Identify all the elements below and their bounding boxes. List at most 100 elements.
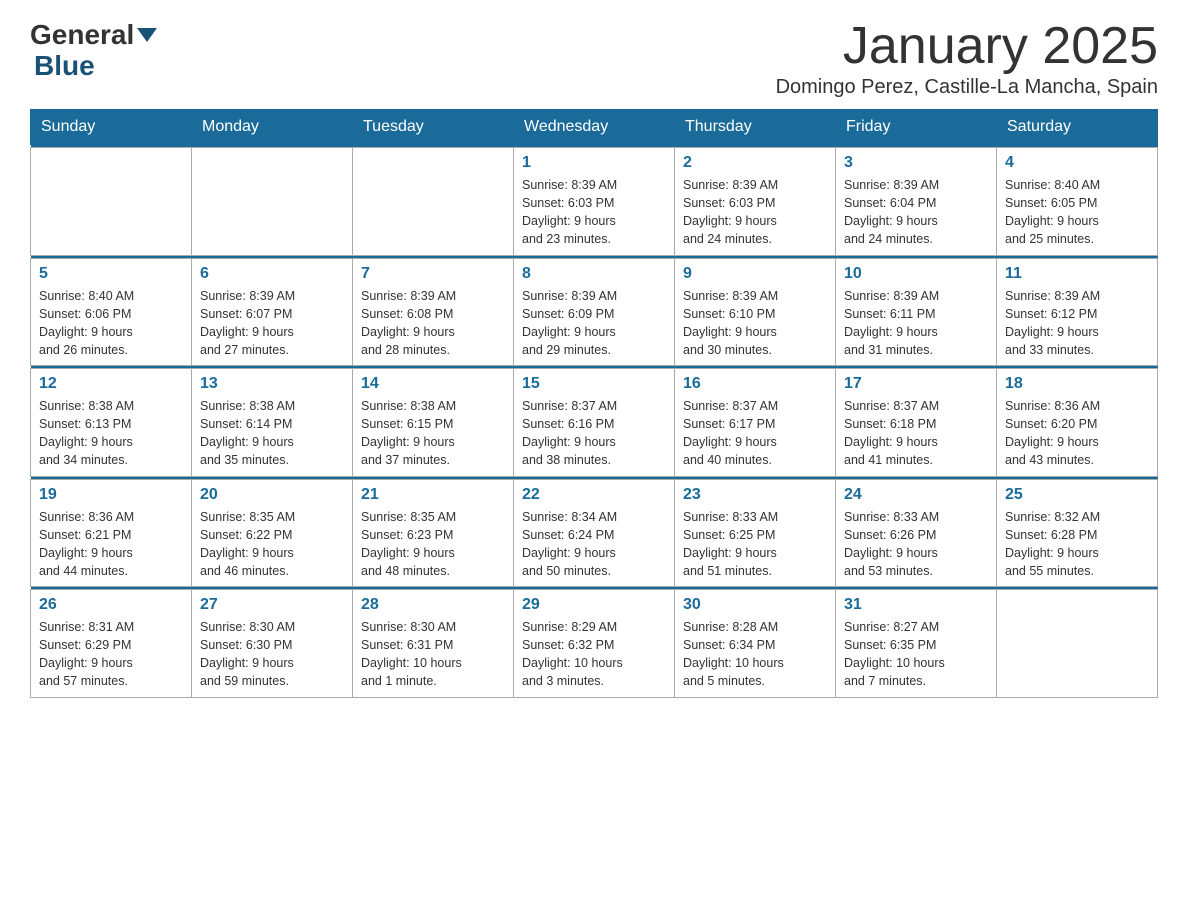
- day-info: Sunrise: 8:39 AM Sunset: 6:12 PM Dayligh…: [1005, 287, 1149, 360]
- location-subtitle: Domingo Perez, Castille-La Mancha, Spain: [776, 76, 1158, 99]
- calendar-cell: 4Sunrise: 8:40 AM Sunset: 6:05 PM Daylig…: [997, 148, 1158, 256]
- day-number: 15: [522, 375, 666, 393]
- day-number: 9: [683, 265, 827, 283]
- day-number: 28: [361, 596, 505, 614]
- day-info: Sunrise: 8:30 AM Sunset: 6:31 PM Dayligh…: [361, 618, 505, 691]
- day-number: 22: [522, 486, 666, 504]
- calendar-header-wednesday: Wednesday: [514, 110, 675, 145]
- calendar-cell: 2Sunrise: 8:39 AM Sunset: 6:03 PM Daylig…: [675, 148, 836, 256]
- day-info: Sunrise: 8:39 AM Sunset: 6:03 PM Dayligh…: [522, 176, 666, 249]
- calendar-cell: [192, 148, 353, 256]
- title-area: January 2025 Domingo Perez, Castille-La …: [776, 20, 1158, 99]
- day-info: Sunrise: 8:33 AM Sunset: 6:25 PM Dayligh…: [683, 508, 827, 581]
- calendar-cell: 8 Sunrise: 8:39 AM Sunset: 6:09 PM Daylig…: [514, 258, 675, 366]
- day-number: 23: [683, 486, 827, 504]
- calendar-cell: 20Sunrise: 8:35 AM Sunset: 6:22 PM Dayli…: [192, 479, 353, 587]
- calendar-cell: 7Sunrise: 8:39 AM Sunset: 6:08 PM Daylig…: [353, 258, 514, 366]
- calendar-week-row-4: 26 Sunrise: 8:31 AM Sunset: 6:29 PM Dayli…: [31, 590, 1158, 698]
- calendar-week-row-3: 19 Sunrise: 8:36 AM Sunset: 6:21 PM Dayli…: [31, 479, 1158, 587]
- day-number: 13: [200, 375, 344, 393]
- calendar-cell: 15 Sunrise: 8:37 AM Sunset: 6:16 PM Dayli…: [514, 369, 675, 477]
- day-info: Sunrise: 8:30 AM Sunset: 6:30 PM Dayligh…: [200, 618, 344, 691]
- calendar-week-row-0: 1Sunrise: 8:39 AM Sunset: 6:03 PM Daylig…: [31, 148, 1158, 256]
- day-info: Sunrise: 8:39 AM Sunset: 6:03 PM Dayligh…: [683, 176, 827, 249]
- calendar-cell: 30Sunrise: 8:28 AM Sunset: 6:34 PM Dayli…: [675, 590, 836, 698]
- day-number: 12: [39, 375, 183, 393]
- day-number: 25: [1005, 486, 1149, 504]
- calendar-cell: [31, 148, 192, 256]
- day-info: Sunrise: 8:36 AM Sunset: 6:21 PM Dayligh…: [39, 508, 183, 581]
- calendar-cell: [997, 590, 1158, 698]
- day-info: Sunrise: 8:38 AM Sunset: 6:14 PM Dayligh…: [200, 397, 344, 470]
- calendar-cell: 31Sunrise: 8:27 AM Sunset: 6:35 PM Dayli…: [836, 590, 997, 698]
- calendar-cell: 13 Sunrise: 8:38 AM Sunset: 6:14 PM Dayli…: [192, 369, 353, 477]
- logo-general-text: General: [30, 20, 134, 51]
- calendar-header-saturday: Saturday: [997, 110, 1158, 145]
- day-info: Sunrise: 8:39 AM Sunset: 6:07 PM Dayligh…: [200, 287, 344, 360]
- day-info: Sunrise: 8:39 AM Sunset: 6:04 PM Dayligh…: [844, 176, 988, 249]
- day-info: Sunrise: 8:33 AM Sunset: 6:26 PM Dayligh…: [844, 508, 988, 581]
- calendar-week-row-1: 5 Sunrise: 8:40 AM Sunset: 6:06 PM Daylig…: [31, 258, 1158, 366]
- day-number: 11: [1005, 265, 1149, 283]
- day-number: 3: [844, 154, 988, 172]
- calendar-header-friday: Friday: [836, 110, 997, 145]
- calendar-header-row: SundayMondayTuesdayWednesdayThursdayFrid…: [31, 110, 1158, 145]
- calendar-table: SundayMondayTuesdayWednesdayThursdayFrid…: [30, 109, 1158, 698]
- day-info: Sunrise: 8:34 AM Sunset: 6:24 PM Dayligh…: [522, 508, 666, 581]
- day-number: 26: [39, 596, 183, 614]
- day-info: Sunrise: 8:37 AM Sunset: 6:18 PM Dayligh…: [844, 397, 988, 470]
- calendar-cell: 14Sunrise: 8:38 AM Sunset: 6:15 PM Dayli…: [353, 369, 514, 477]
- day-number: 19: [39, 486, 183, 504]
- day-number: 5: [39, 265, 183, 283]
- day-number: 6: [200, 265, 344, 283]
- day-info: Sunrise: 8:40 AM Sunset: 6:05 PM Dayligh…: [1005, 176, 1149, 249]
- calendar-header-monday: Monday: [192, 110, 353, 145]
- day-info: Sunrise: 8:40 AM Sunset: 6:06 PM Dayligh…: [39, 287, 183, 360]
- day-info: Sunrise: 8:39 AM Sunset: 6:09 PM Dayligh…: [522, 287, 666, 360]
- day-number: 8: [522, 265, 666, 283]
- calendar-cell: 16 Sunrise: 8:37 AM Sunset: 6:17 PM Dayli…: [675, 369, 836, 477]
- day-number: 10: [844, 265, 988, 283]
- day-info: Sunrise: 8:37 AM Sunset: 6:17 PM Dayligh…: [683, 397, 827, 470]
- logo: General Blue: [30, 20, 157, 82]
- day-number: 18: [1005, 375, 1149, 393]
- calendar-cell: 1Sunrise: 8:39 AM Sunset: 6:03 PM Daylig…: [514, 148, 675, 256]
- calendar-cell: 12 Sunrise: 8:38 AM Sunset: 6:13 PM Dayli…: [31, 369, 192, 477]
- calendar-cell: 21Sunrise: 8:35 AM Sunset: 6:23 PM Dayli…: [353, 479, 514, 587]
- day-number: 24: [844, 486, 988, 504]
- calendar-cell: 9 Sunrise: 8:39 AM Sunset: 6:10 PM Daylig…: [675, 258, 836, 366]
- calendar-cell: 28 Sunrise: 8:30 AM Sunset: 6:31 PM Dayli…: [353, 590, 514, 698]
- calendar-header-thursday: Thursday: [675, 110, 836, 145]
- calendar-cell: 10Sunrise: 8:39 AM Sunset: 6:11 PM Dayli…: [836, 258, 997, 366]
- calendar-header-tuesday: Tuesday: [353, 110, 514, 145]
- calendar-cell: 11 Sunrise: 8:39 AM Sunset: 6:12 PM Dayli…: [997, 258, 1158, 366]
- header: General Blue January 2025 Domingo Perez,…: [30, 20, 1158, 99]
- calendar-cell: 6 Sunrise: 8:39 AM Sunset: 6:07 PM Daylig…: [192, 258, 353, 366]
- day-info: Sunrise: 8:31 AM Sunset: 6:29 PM Dayligh…: [39, 618, 183, 691]
- calendar-cell: 24 Sunrise: 8:33 AM Sunset: 6:26 PM Dayli…: [836, 479, 997, 587]
- day-number: 16: [683, 375, 827, 393]
- logo-arrow-icon: [137, 28, 157, 42]
- calendar-cell: 23 Sunrise: 8:33 AM Sunset: 6:25 PM Dayli…: [675, 479, 836, 587]
- day-info: Sunrise: 8:27 AM Sunset: 6:35 PM Dayligh…: [844, 618, 988, 691]
- calendar-week-row-2: 12 Sunrise: 8:38 AM Sunset: 6:13 PM Dayli…: [31, 369, 1158, 477]
- logo-blue-text: Blue: [34, 51, 95, 82]
- calendar-cell: 5 Sunrise: 8:40 AM Sunset: 6:06 PM Daylig…: [31, 258, 192, 366]
- calendar-cell: 3 Sunrise: 8:39 AM Sunset: 6:04 PM Daylig…: [836, 148, 997, 256]
- day-number: 20: [200, 486, 344, 504]
- day-info: Sunrise: 8:35 AM Sunset: 6:23 PM Dayligh…: [361, 508, 505, 581]
- calendar-cell: 19 Sunrise: 8:36 AM Sunset: 6:21 PM Dayli…: [31, 479, 192, 587]
- calendar-cell: 17Sunrise: 8:37 AM Sunset: 6:18 PM Dayli…: [836, 369, 997, 477]
- day-info: Sunrise: 8:37 AM Sunset: 6:16 PM Dayligh…: [522, 397, 666, 470]
- calendar-cell: 26 Sunrise: 8:31 AM Sunset: 6:29 PM Dayli…: [31, 590, 192, 698]
- day-info: Sunrise: 8:38 AM Sunset: 6:13 PM Dayligh…: [39, 397, 183, 470]
- day-number: 14: [361, 375, 505, 393]
- day-info: Sunrise: 8:39 AM Sunset: 6:10 PM Dayligh…: [683, 287, 827, 360]
- day-number: 29: [522, 596, 666, 614]
- day-info: Sunrise: 8:28 AM Sunset: 6:34 PM Dayligh…: [683, 618, 827, 691]
- calendar-cell: 29 Sunrise: 8:29 AM Sunset: 6:32 PM Dayli…: [514, 590, 675, 698]
- calendar-cell: 22 Sunrise: 8:34 AM Sunset: 6:24 PM Dayli…: [514, 479, 675, 587]
- calendar-cell: 25Sunrise: 8:32 AM Sunset: 6:28 PM Dayli…: [997, 479, 1158, 587]
- day-info: Sunrise: 8:29 AM Sunset: 6:32 PM Dayligh…: [522, 618, 666, 691]
- calendar-header-sunday: Sunday: [31, 110, 192, 145]
